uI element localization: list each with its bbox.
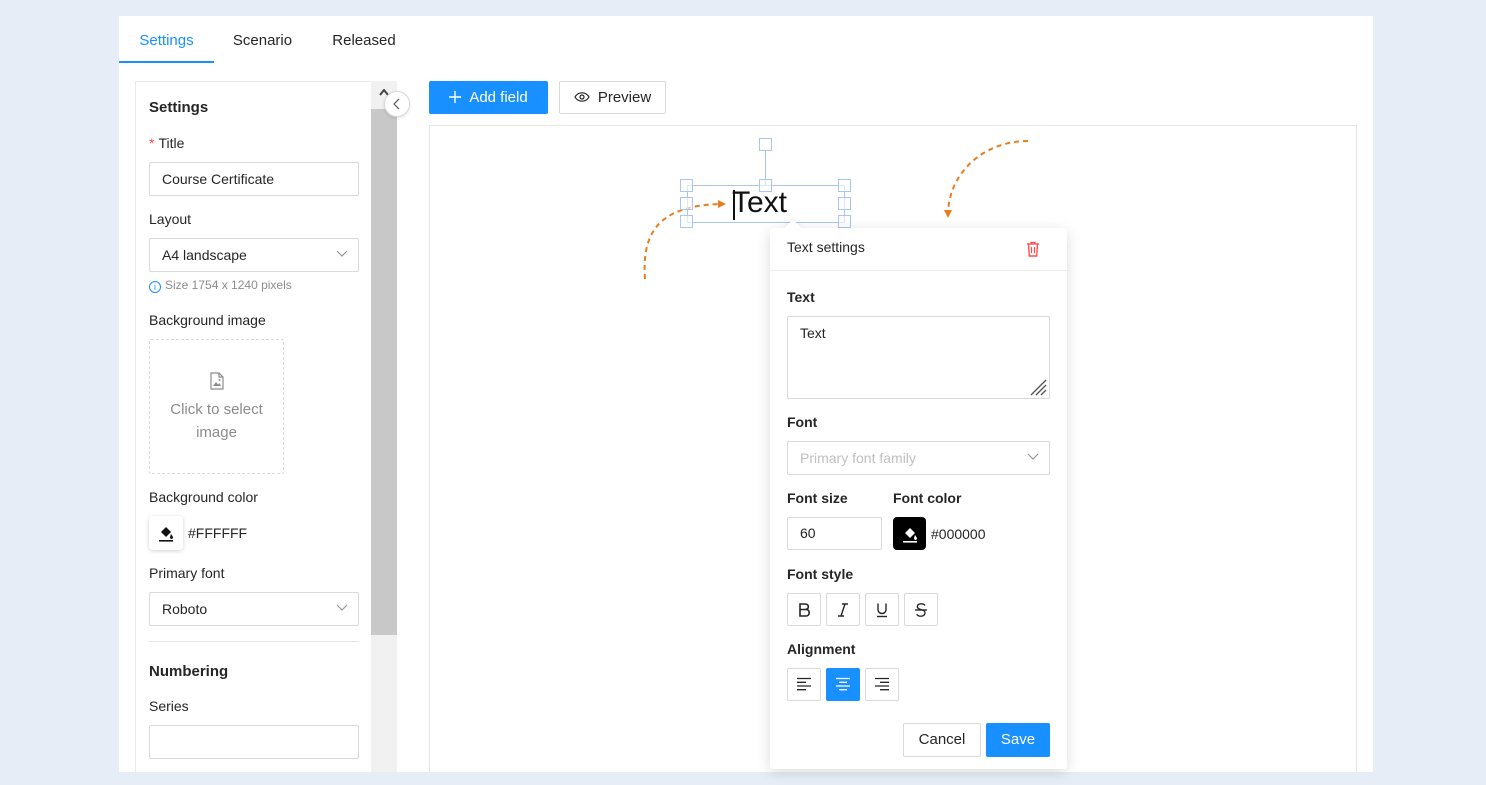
tab-released[interactable]: Released — [324, 16, 404, 63]
align-right-button[interactable] — [865, 668, 899, 701]
image-file-icon — [210, 372, 224, 390]
strikethrough-button[interactable] — [904, 593, 938, 626]
settings-panel: Settings * Title Course Certificate Layou… — [135, 81, 397, 772]
text-label: Text — [787, 289, 815, 305]
chevron-left-icon — [393, 98, 400, 110]
italic-icon — [838, 603, 848, 617]
cancel-button[interactable]: Cancel — [903, 723, 981, 757]
layout-value: A4 landscape — [162, 247, 247, 263]
chevron-down-icon — [336, 593, 348, 625]
rotate-handle[interactable] — [759, 138, 772, 151]
chevron-down-icon — [1027, 442, 1039, 474]
primary-font-value: Roboto — [162, 601, 208, 617]
section-divider — [149, 641, 359, 642]
active-tab-indicator — [119, 61, 214, 63]
bold-button[interactable] — [787, 593, 821, 626]
add-field-button[interactable]: Add field — [429, 81, 548, 114]
chevron-down-icon — [336, 239, 348, 271]
text-textarea[interactable]: Text — [787, 316, 1050, 399]
popover-header: Text settings — [770, 228, 1067, 271]
preview-button[interactable]: Preview — [559, 81, 666, 114]
primary-font-label: Primary font — [149, 565, 225, 581]
size-hint: i Size 1754 x 1240 pixels — [149, 278, 292, 293]
collapse-panel-button[interactable] — [384, 91, 410, 117]
tab-scenario[interactable]: Scenario — [225, 16, 300, 63]
underline-button[interactable] — [865, 593, 899, 626]
panel-scrollbar[interactable] — [371, 81, 397, 772]
align-right-icon — [875, 677, 889, 691]
italic-button[interactable] — [826, 593, 860, 626]
font-size-label: Font size — [787, 490, 848, 506]
font-family-placeholder: Primary font family — [800, 450, 916, 466]
certificate-editor: Settings Scenario Released Settings * Tit… — [119, 16, 1373, 772]
bold-icon — [799, 603, 811, 617]
resize-handle-se[interactable] — [838, 215, 851, 228]
font-color-picker[interactable] — [893, 517, 926, 550]
align-left-button[interactable] — [787, 668, 821, 701]
trash-icon[interactable] — [1026, 241, 1040, 257]
title-label-text: Title — [158, 135, 185, 151]
bg-color-label: Background color — [149, 489, 258, 505]
font-style-label: Font style — [787, 566, 854, 582]
series-label: Series — [149, 698, 189, 714]
paint-bucket-icon — [902, 528, 917, 543]
primary-font-select[interactable]: Roboto — [149, 592, 359, 626]
bg-image-label: Background image — [149, 312, 266, 328]
layout-select[interactable]: A4 landscape — [149, 238, 359, 272]
upload-placeholder: Click to select image — [170, 401, 263, 441]
popover-title: Text settings — [787, 239, 865, 255]
underline-icon — [877, 603, 887, 618]
text-caret — [733, 190, 735, 220]
resize-handle-nw[interactable] — [680, 179, 693, 192]
tab-bar: Settings Scenario Released — [119, 16, 1373, 63]
alignment-label: Alignment — [787, 641, 856, 657]
save-button[interactable]: Save — [986, 723, 1050, 757]
settings-heading: Settings — [149, 99, 209, 116]
required-mark: * — [149, 135, 155, 151]
text-settings-popover: Text settings Text Text Font Primary fon… — [770, 219, 1067, 769]
resize-handle-sw[interactable] — [680, 215, 693, 228]
canvas-text-field[interactable]: Text — [732, 186, 787, 220]
eye-icon — [574, 92, 590, 102]
tab-settings[interactable]: Settings — [119, 16, 214, 63]
resize-handle-ne[interactable] — [838, 179, 851, 192]
bg-color-picker[interactable] — [149, 516, 183, 550]
font-color-value: #000000 — [931, 526, 986, 542]
resize-grip-icon[interactable] — [1027, 376, 1047, 396]
title-label: * Title — [149, 135, 184, 151]
strikethrough-icon — [915, 603, 927, 617]
plus-icon — [449, 91, 462, 103]
font-color-label: Font color — [893, 490, 962, 506]
series-input[interactable] — [149, 725, 359, 759]
info-icon: i — [149, 281, 161, 293]
bg-color-value: #FFFFFF — [188, 525, 248, 541]
paint-bucket-icon — [159, 527, 173, 542]
resize-handle-e[interactable] — [838, 197, 851, 210]
align-left-icon — [797, 677, 811, 691]
numbering-heading: Numbering — [149, 663, 229, 680]
resize-handle-w[interactable] — [680, 197, 693, 210]
title-input[interactable]: Course Certificate — [149, 162, 359, 196]
font-size-input[interactable]: 60 — [787, 517, 882, 550]
layout-label: Layout — [149, 211, 192, 227]
align-center-button[interactable] — [826, 668, 860, 701]
scroll-thumb[interactable] — [371, 109, 397, 635]
font-family-select[interactable]: Primary font family — [787, 441, 1050, 475]
text-value: Text — [800, 325, 826, 341]
align-center-icon — [836, 677, 850, 691]
font-label: Font — [787, 414, 818, 430]
bg-image-upload[interactable]: Click to select image — [149, 339, 284, 474]
